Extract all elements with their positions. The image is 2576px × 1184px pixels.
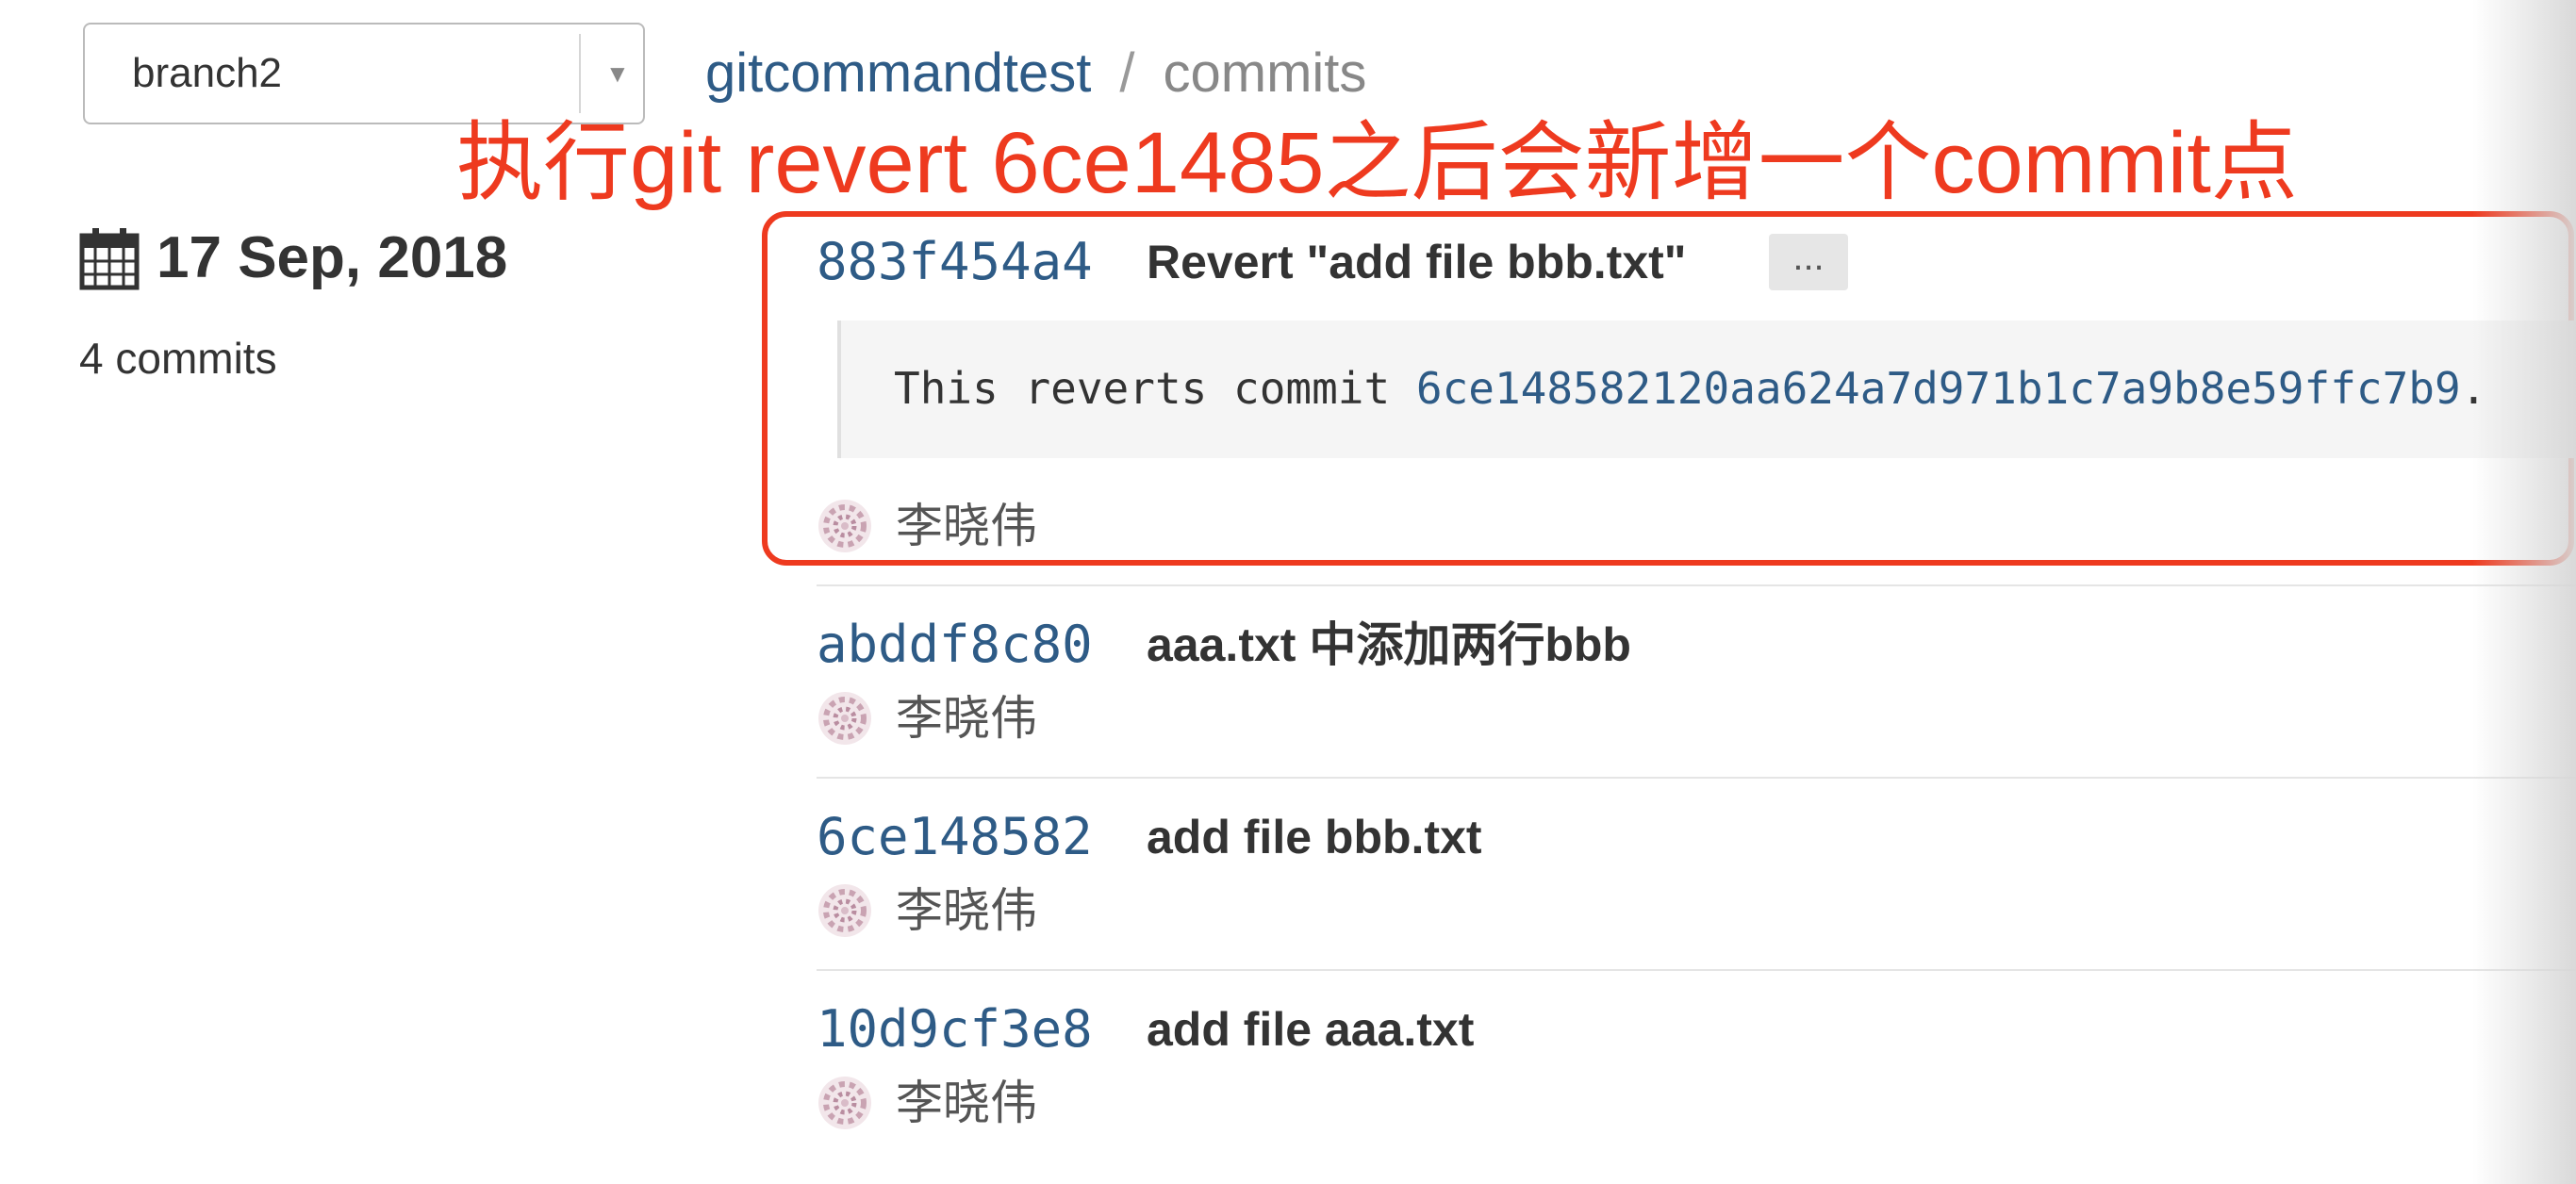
branch-selector[interactable]: branch2 ▼ — [83, 23, 645, 124]
commit-author: 李晓伟 — [817, 1075, 1037, 1131]
commit-title[interactable]: add file aaa.txt — [1147, 999, 1474, 1060]
day-group-commit-count: 4 commits — [79, 334, 277, 383]
expand-message-button[interactable]: ... — [1769, 234, 1848, 290]
commit-title[interactable]: aaa.txt 中添加两行bbb — [1147, 615, 1631, 675]
identicon-avatar[interactable] — [817, 498, 873, 554]
breadcrumb-repo-link[interactable]: gitcommandtest — [705, 42, 1091, 104]
row-divider — [817, 969, 2576, 971]
commit-title[interactable]: add file bbb.txt — [1147, 807, 1482, 867]
annotation-text: 执行git revert 6ce1485之后会新增一个commit点 — [456, 115, 2298, 211]
breadcrumb: gitcommandtest / commits — [705, 38, 1366, 109]
commit-title[interactable]: Revert "add file bbb.txt" — [1147, 232, 1687, 292]
day-group-date: 17 Sep, 2018 — [79, 222, 507, 294]
commit-message-suffix: . — [2460, 363, 2487, 414]
day-group-date-text: 17 Sep, 2018 — [157, 225, 508, 290]
branch-selector-value: branch2 — [132, 50, 283, 96]
branch-selector-divider — [579, 34, 581, 113]
commit-author-name[interactable]: 李晓伟 — [896, 882, 1037, 939]
row-divider — [817, 777, 2576, 779]
commit-author: 李晓伟 — [817, 690, 1037, 747]
breadcrumb-separator: / — [1119, 42, 1135, 104]
row-divider — [817, 584, 2576, 586]
commit-author-name[interactable]: 李晓伟 — [896, 1075, 1037, 1131]
commit-message-box: This reverts commit 6ce148582120aa624a7d… — [837, 321, 2576, 458]
calendar-icon — [79, 228, 140, 290]
commit-author-name[interactable]: 李晓伟 — [896, 498, 1037, 554]
identicon-avatar[interactable] — [817, 690, 873, 747]
commit-sha-link[interactable]: 6ce148582 — [817, 807, 1093, 867]
commit-author: 李晓伟 — [817, 882, 1037, 939]
commit-author-name[interactable]: 李晓伟 — [896, 690, 1037, 747]
commit-message-prefix: This reverts commit — [894, 363, 1416, 414]
commit-sha-link[interactable]: abddf8c80 — [817, 615, 1093, 675]
commit-message-text: This reverts commit 6ce148582120aa624a7d… — [894, 358, 2486, 419]
commit-reference-link[interactable]: 6ce148582120aa624a7d971b1c7a9b8e59ffc7b9 — [1416, 363, 2461, 414]
commit-author: 李晓伟 — [817, 498, 1037, 554]
commit-sha-link[interactable]: 883f454a4 — [817, 232, 1093, 292]
identicon-avatar[interactable] — [817, 882, 873, 939]
commit-sha-link[interactable]: 10d9cf3e8 — [817, 999, 1093, 1060]
commits-page: branch2 ▼ gitcommandtest / commits 执行git r… — [0, 0, 2576, 1184]
caret-down-icon[interactable]: ▼ — [605, 25, 630, 123]
right-edge-shadow — [2472, 0, 2576, 1184]
breadcrumb-current: commits — [1163, 42, 1367, 104]
identicon-avatar[interactable] — [817, 1075, 873, 1131]
